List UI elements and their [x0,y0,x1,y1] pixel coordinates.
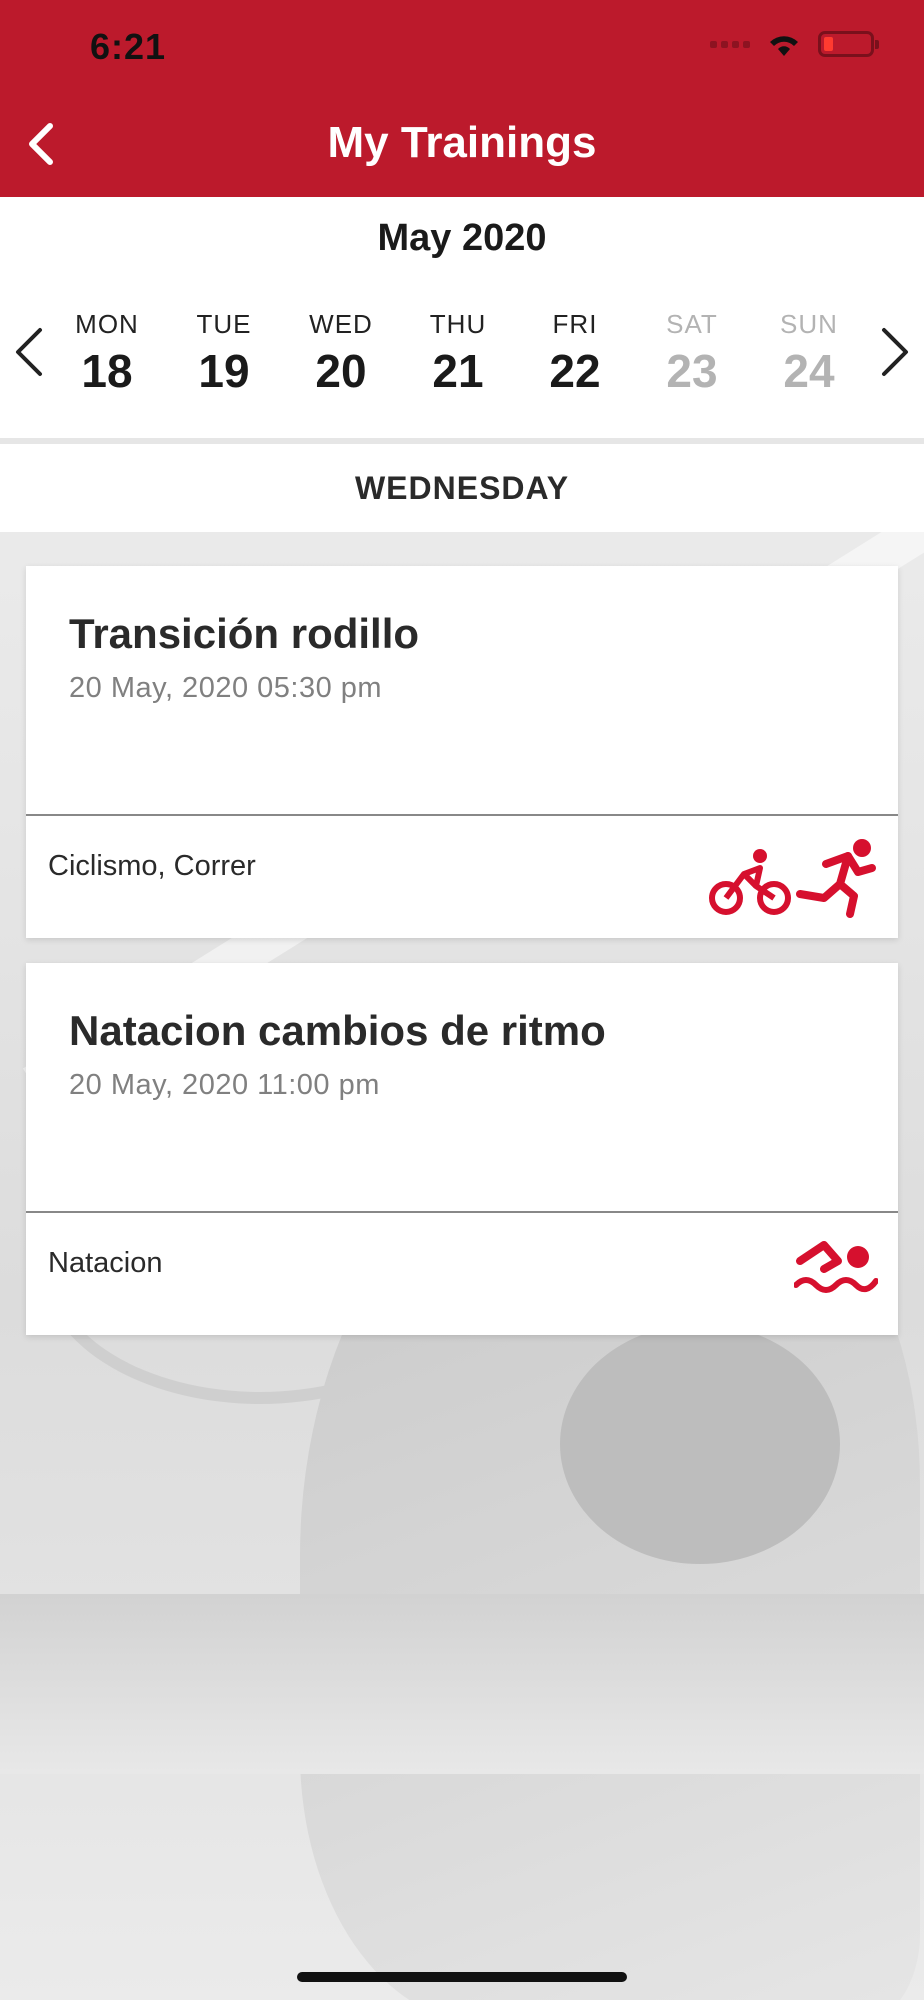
day-number: 24 [783,345,835,397]
day-name: WED [309,309,373,339]
selected-weekday: WEDNESDAY [354,469,570,506]
wifi-icon [770,36,798,56]
day-number: 23 [666,345,718,397]
previous-week-button[interactable] [2,317,56,387]
battery-icon [818,31,879,57]
home-indicator[interactable] [297,1972,627,1982]
cycling-icon [709,849,791,915]
day-number: 18 [81,345,133,397]
day-number: 19 [198,345,250,397]
day-saturday[interactable]: SAT 23 [637,309,747,398]
running-icon [796,839,876,918]
day-tuesday[interactable]: TUE 19 [169,309,279,398]
status-icons [710,30,879,58]
training-card[interactable]: Natacion cambios de ritmo 20 May, 2020 1… [26,963,898,1335]
day-monday[interactable]: MON 18 [52,309,162,398]
chevron-left-icon [16,328,42,376]
next-week-button[interactable] [868,317,922,387]
week-calendar: May 2020 MON 18 TUE 19 WED 20 THU 21 FRI… [0,197,924,442]
day-thursday[interactable]: THU 21 [403,309,513,398]
cellular-signal-icon [710,40,750,48]
day-number: 21 [432,345,484,397]
day-number: 22 [549,345,601,397]
day-sunday[interactable]: SUN 24 [754,309,864,398]
training-sports: Natacion [48,1247,163,1279]
day-friday[interactable]: FRI 22 [520,309,630,398]
training-datetime: 20 May, 2020 05:30 pm [69,672,383,704]
day-number: 20 [315,345,367,397]
day-name: THU [429,309,487,339]
day-name: TUE [196,309,252,339]
day-name: SAT [666,309,718,339]
day-wednesday[interactable]: WED 20 [286,309,396,398]
training-sports: Ciclismo, Correr [48,850,256,882]
training-card[interactable]: Transición rodillo 20 May, 2020 05:30 pm… [26,566,898,938]
app-header: 6:21 My Trainings [0,0,924,197]
day-name: SUN [780,309,838,339]
day-name: FRI [552,309,598,339]
chevron-right-icon [882,328,908,376]
training-title: Natacion cambios de ritmo [69,1007,606,1054]
status-time: 6:21 [90,26,167,67]
selected-day-header: WEDNESDAY [0,444,924,532]
swimming-icon [794,1241,878,1293]
week-days: MON 18 TUE 19 WED 20 THU 21 FRI 22 SAT 2… [52,309,872,399]
day-name: MON [75,309,139,339]
training-title: Transición rodillo [69,610,420,657]
training-datetime: 20 May, 2020 11:00 pm [69,1069,380,1101]
month-label: May 2020 [377,217,547,259]
page-title: My Trainings [327,118,597,167]
